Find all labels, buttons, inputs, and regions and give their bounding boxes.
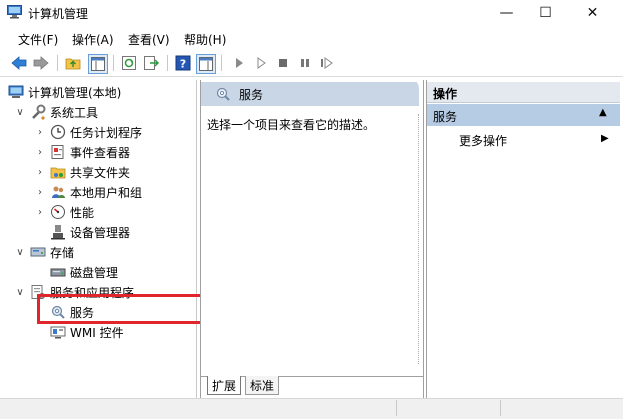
actions-pane: 操作 服务 ▲ 更多操作 ▶ (426, 80, 620, 398)
tree-label: 系统工具 (50, 105, 99, 120)
event-viewer-icon (50, 144, 66, 160)
status-separator (500, 400, 501, 416)
toolbar-separator (113, 55, 114, 71)
menu-action[interactable]: 操作(A) (72, 31, 114, 48)
actions-header: 操作 (427, 82, 620, 103)
services-gear-icon (216, 87, 230, 101)
toolbar-separator (57, 55, 58, 71)
tree-item-root[interactable]: 计算机管理(本地) (8, 82, 121, 102)
menu-view[interactable]: 查看(V) (128, 31, 170, 48)
status-separator (396, 400, 397, 416)
pause-service-icon[interactable] (296, 54, 314, 72)
collapse-up-icon[interactable]: ▲ (599, 107, 607, 118)
menu-help[interactable]: 帮助(H) (184, 31, 226, 48)
export-list-icon[interactable] (142, 54, 160, 72)
chevron-right-icon[interactable]: › (34, 147, 46, 158)
show-hide-action-pane-icon[interactable] (196, 54, 216, 74)
show-hide-tree-icon[interactable] (88, 54, 108, 74)
clock-icon (50, 124, 66, 140)
chevron-right-icon[interactable]: › (34, 187, 46, 198)
maximize-button[interactable]: ☐ (523, 0, 568, 26)
description-text: 选择一个项目来查看它的描述。 (207, 118, 376, 132)
toolbar-separator (221, 55, 222, 71)
center-pane: 服务 选择一个项目来查看它的描述。 扩展 标准 (200, 80, 424, 398)
back-icon[interactable] (10, 54, 28, 72)
start-service-icon[interactable] (230, 54, 248, 72)
console-tree: 计算机管理(本地) ∨ 系统工具 › 任务计划程序 › 事件查看器 › 共享文件… (4, 80, 197, 398)
actions-section-services[interactable]: 服务 ▲ (427, 104, 620, 126)
forward-icon[interactable] (32, 54, 50, 72)
stop-service-icon[interactable] (274, 54, 292, 72)
tree-label: 设备管理器 (70, 225, 131, 240)
tree-label: WMI 控件 (70, 325, 124, 340)
help-icon[interactable]: ? (174, 54, 192, 72)
toolbar-separator (167, 55, 168, 71)
tab-standard[interactable]: 标准 (245, 376, 280, 395)
menu-file[interactable]: 文件(F) (18, 31, 58, 48)
tab-extended-label: 扩展 (212, 378, 237, 393)
refresh-icon[interactable] (120, 54, 138, 72)
tree-label: 任务计划程序 (70, 125, 143, 140)
chevron-down-icon[interactable]: ∨ (14, 287, 26, 298)
tools-icon (30, 104, 46, 120)
start-service-alt-icon[interactable] (252, 54, 270, 72)
users-icon (50, 184, 66, 200)
tree-item-system-tools[interactable]: ∨ 系统工具 (14, 102, 98, 122)
computer-management-icon (8, 84, 24, 100)
tree-label: 磁盘管理 (70, 265, 119, 280)
chevron-right-icon[interactable]: › (34, 207, 46, 218)
tree-item-event-viewer[interactable]: › 事件查看器 (34, 142, 130, 162)
restart-service-icon[interactable] (318, 54, 336, 72)
chevron-down-icon[interactable]: ∨ (14, 247, 26, 258)
computer-management-icon (7, 5, 22, 19)
tree-item-shared-folders[interactable]: › 共享文件夹 (34, 162, 130, 182)
shared-folder-icon (50, 164, 66, 180)
tree-label: 事件查看器 (70, 145, 131, 160)
disk-management-icon (50, 264, 66, 280)
center-header: 服务 (201, 82, 419, 106)
device-manager-icon (50, 224, 66, 240)
storage-icon (30, 244, 46, 260)
tree-label: 本地用户和组 (70, 185, 143, 200)
wmi-control-icon (50, 324, 66, 340)
actions-section-label: 服务 (433, 110, 458, 124)
header-curve (407, 82, 419, 106)
performance-icon (50, 204, 66, 220)
tree-item-local-users[interactable]: › 本地用户和组 (34, 182, 142, 202)
actions-header-title: 操作 (433, 87, 458, 101)
tree-item-performance[interactable]: › 性能 (34, 202, 94, 222)
window-title: 计算机管理 (28, 7, 89, 21)
up-folder-icon[interactable] (64, 54, 82, 72)
tree-item-storage[interactable]: ∨ 存储 (14, 242, 74, 262)
tree-item-device-manager[interactable]: 设备管理器 (50, 222, 130, 242)
center-header-title: 服务 (239, 88, 264, 102)
tab-standard-label: 标准 (250, 378, 275, 393)
tree-label: 性能 (70, 205, 95, 220)
tree-label: 共享文件夹 (70, 165, 131, 180)
status-bar (0, 398, 623, 419)
tree-label: 计算机管理(本地) (28, 85, 122, 100)
tab-extended[interactable]: 扩展 (207, 376, 242, 395)
tree-item-wmi[interactable]: WMI 控件 (50, 322, 124, 342)
chevron-down-icon[interactable]: ∨ (14, 107, 26, 118)
chevron-right-icon[interactable]: › (34, 167, 46, 178)
tree-label: 存储 (50, 245, 75, 260)
svg-text:?: ? (180, 58, 186, 71)
submenu-arrow-icon: ▶ (601, 133, 609, 144)
highlight-box (37, 294, 209, 324)
column-splitter[interactable] (418, 114, 419, 364)
more-actions-item[interactable]: 更多操作 (459, 132, 507, 149)
tree-item-disk-management[interactable]: 磁盘管理 (50, 262, 118, 282)
chevron-right-icon[interactable]: › (34, 127, 46, 138)
close-button[interactable]: ✕ (570, 0, 615, 26)
tree-item-task-scheduler[interactable]: › 任务计划程序 (34, 122, 142, 142)
